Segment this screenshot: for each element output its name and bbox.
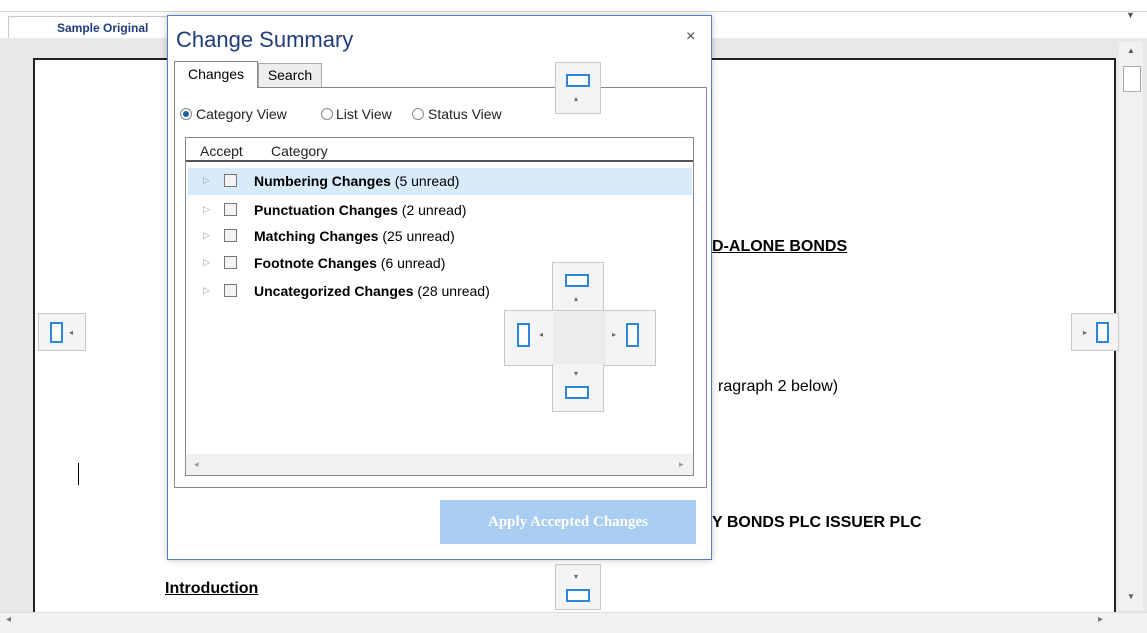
column-category-header[interactable]: Category	[271, 143, 328, 159]
dock-guide-icon	[566, 74, 590, 87]
document-intro-heading: Introduction	[165, 580, 259, 597]
expand-arrow-icon[interactable]: ▷	[203, 175, 210, 186]
tab-search[interactable]: Search	[258, 63, 322, 88]
category-name: Numbering Changes	[254, 173, 391, 189]
arrow-left-icon: ◂	[539, 330, 544, 339]
tab-changes[interactable]: Changes	[174, 61, 258, 88]
dock-guide-icon	[626, 323, 639, 347]
accept-checkbox[interactable]	[224, 284, 237, 297]
dock-guide-icon	[50, 322, 63, 343]
category-name: Uncategorized Changes	[254, 283, 414, 299]
expand-arrow-icon[interactable]: ▷	[203, 230, 210, 241]
arrow-down-icon: ▾	[574, 572, 579, 581]
dock-cross-right[interactable]: ▸	[606, 310, 656, 366]
horizontal-scrollbar[interactable]	[0, 612, 1147, 633]
dock-guide-icon	[1096, 322, 1109, 343]
dock-guide-bottom[interactable]: ▾	[555, 564, 601, 610]
radio-list-view[interactable]	[321, 108, 333, 120]
document-tab-label: Sample Original	[57, 21, 149, 35]
unread-count: (28 unread)	[417, 283, 490, 299]
column-accept-header[interactable]: Accept	[200, 143, 243, 159]
close-icon[interactable]: ×	[686, 28, 695, 46]
arrow-up-icon: ▴	[574, 294, 579, 303]
vertical-scroll-thumb[interactable]	[1123, 66, 1141, 92]
scroll-right-icon[interactable]: ▸	[1098, 614, 1103, 625]
arrow-left-icon: ◂	[69, 328, 74, 337]
list-item[interactable]: ▷ Footnote Changes (6 unread)	[188, 250, 692, 277]
dock-guide-icon	[565, 274, 589, 287]
list-item[interactable]: ▷ Uncategorized Changes (28 unread)	[188, 278, 692, 305]
expand-arrow-icon[interactable]: ▷	[203, 204, 210, 215]
dock-cross-top[interactable]: ▴	[552, 262, 604, 312]
scroll-right-icon[interactable]: ▸	[679, 459, 684, 470]
list-header	[186, 138, 693, 162]
list-item[interactable]: ▷ Matching Changes (25 unread)	[188, 223, 692, 250]
arrow-up-icon: ▴	[574, 94, 579, 103]
arrow-down-icon: ▾	[574, 369, 579, 378]
dock-guide-left[interactable]: ◂	[38, 313, 86, 351]
category-name: Punctuation Changes	[254, 202, 398, 218]
accept-checkbox[interactable]	[224, 203, 237, 216]
scroll-down-icon[interactable]: ▼	[1127, 592, 1135, 601]
tab-dropdown-icon[interactable]: ▼	[1126, 10, 1135, 20]
document-heading: Y BONDS PLC ISSUER PLC	[712, 514, 922, 531]
scroll-up-icon[interactable]: ▲	[1127, 46, 1135, 55]
document-heading: D-ALONE BONDS	[712, 238, 848, 255]
vertical-scrollbar[interactable]	[1119, 42, 1143, 610]
dock-cross-center[interactable]	[553, 310, 607, 366]
dialog-title: Change Summary	[176, 27, 354, 52]
radio-category-view[interactable]	[180, 108, 192, 120]
text-caret	[78, 463, 79, 485]
accept-checkbox[interactable]	[224, 229, 237, 242]
expand-arrow-icon[interactable]: ▷	[203, 285, 210, 296]
accept-checkbox[interactable]	[224, 174, 237, 187]
dock-guide-icon	[517, 323, 530, 347]
radio-status-view[interactable]	[412, 108, 424, 120]
accept-checkbox[interactable]	[224, 256, 237, 269]
category-name: Matching Changes	[254, 228, 379, 244]
radio-category-view-label[interactable]: Category View	[196, 106, 287, 122]
arrow-right-icon: ▸	[1083, 328, 1088, 337]
unread-count: (5 unread)	[394, 173, 460, 189]
scroll-left-icon[interactable]: ◂	[194, 459, 199, 470]
dock-guide-right[interactable]: ▸	[1071, 313, 1119, 351]
dock-cross-bottom[interactable]: ▾	[552, 364, 604, 412]
arrow-right-icon: ▸	[612, 330, 617, 339]
dock-cross-left[interactable]: ◂	[504, 310, 554, 366]
dock-guide-icon	[566, 589, 590, 602]
apply-accepted-changes-button[interactable]: Apply Accepted Changes	[440, 500, 696, 544]
list-item[interactable]: ▷ Punctuation Changes (2 unread)	[188, 197, 692, 224]
document-paragraph: ragraph 2 below)	[718, 378, 839, 395]
category-name: Footnote Changes	[254, 255, 377, 271]
list-horizontal-scrollbar[interactable]	[186, 454, 693, 475]
list-item[interactable]: ▷ Numbering Changes (5 unread)	[188, 168, 692, 195]
tab-strip-line	[0, 11, 1147, 12]
radio-list-view-label[interactable]: List View	[336, 106, 392, 122]
radio-status-view-label[interactable]: Status View	[428, 106, 502, 122]
unread-count: (25 unread)	[382, 228, 455, 244]
unread-count: (2 unread)	[401, 202, 467, 218]
expand-arrow-icon[interactable]: ▷	[203, 257, 210, 268]
scroll-left-icon[interactable]: ◂	[6, 614, 11, 625]
dock-guide-top[interactable]: ▴	[555, 62, 601, 114]
dock-guide-icon	[565, 386, 589, 399]
unread-count: (6 unread)	[380, 255, 446, 271]
